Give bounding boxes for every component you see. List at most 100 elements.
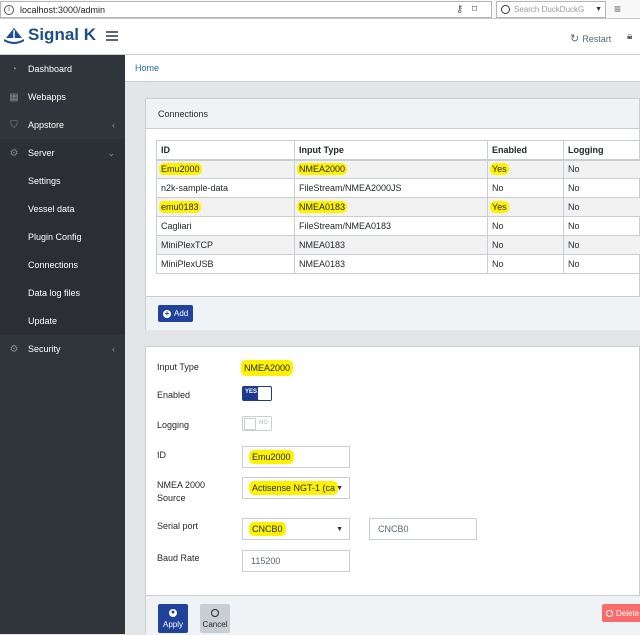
delete-label: Delete [616, 609, 639, 618]
grid-icon: ▦ [0, 92, 28, 103]
app-header: Signal K ↻ Restart 🔒︎ [0, 19, 640, 55]
restart-label: Restart [582, 34, 611, 44]
sidebar-item-appstore[interactable]: ⛉ Appstore ‹ [0, 111, 125, 139]
column-header-enabled: Enabled [488, 141, 564, 160]
sidebar-item-update[interactable]: Update [0, 307, 125, 335]
card-header: Connections [146, 99, 639, 129]
url-text: localhost:3000/admin [20, 5, 105, 15]
chevron-down-icon: ▼ [336, 526, 343, 533]
baud-rate-label: Baud Rate [157, 552, 200, 564]
sidebar-item-label: Settings [28, 176, 61, 186]
gear-icon: ⚙ [0, 344, 28, 355]
toggle-knob [244, 418, 256, 430]
apply-button[interactable]: ● Apply [158, 604, 188, 633]
table-cell: n2k-sample-data [157, 179, 295, 198]
connections-table: ID Input Type Enabled Logging Emu2000 NME… [156, 140, 640, 274]
cell-text: No [492, 240, 504, 250]
enabled-toggle[interactable]: YES [242, 386, 272, 401]
table-row[interactable]: MiniPlexUSBNMEA0183NoNo [157, 255, 640, 274]
sidebar-item-connections[interactable]: Connections [0, 251, 125, 279]
sidebar-item-webapps[interactable]: ▦ Webapps [0, 83, 125, 111]
key-icon[interactable]: ⚷ [456, 4, 463, 15]
add-connection-button[interactable]: + Add [158, 305, 193, 322]
id-input[interactable]: Emu2000 [242, 446, 350, 468]
sidebar-item-data-log-files[interactable]: Data log files [0, 279, 125, 307]
cell-text: Emu2000 [159, 163, 202, 175]
table-cell: No [564, 255, 640, 274]
breadcrumb-home[interactable]: Home [135, 63, 159, 73]
chevron-down-icon: ⌄ [107, 148, 115, 159]
cancel-button[interactable]: Cancel [200, 604, 230, 633]
cell-text: Yes [490, 163, 509, 175]
source-value: Actisense NGT-1 (ca [249, 481, 338, 495]
serial-port-input[interactable]: CNCB0 [369, 518, 477, 540]
breadcrumb: Home [125, 55, 640, 82]
gear-icon: ⚙ [0, 148, 28, 159]
table-cell: NMEA0183 [295, 255, 488, 274]
nmea2000-source-select[interactable]: Actisense NGT-1 (ca ▼ [242, 477, 350, 499]
cell-text: MiniPlexUSB [161, 259, 214, 269]
ban-icon [211, 609, 219, 617]
cell-text: No [492, 221, 504, 231]
bookmark-icon[interactable]: ⌑ [472, 4, 477, 15]
toggle-knob [258, 387, 271, 400]
sidebar-item-label: Server [28, 148, 55, 158]
search-box[interactable]: Search DuckDuckG ▼ [496, 1, 606, 18]
sidebar-item-vessel-data[interactable]: Vessel data [0, 195, 125, 223]
cell-text: No [568, 259, 580, 269]
source-label-line-2: Source [157, 492, 186, 504]
cell-text: FileStream/NMEA0183 [299, 221, 391, 231]
sidebar-item-label: Data log files [28, 288, 80, 298]
cell-text: Yes [490, 201, 509, 213]
sidebar-item-label: Security [28, 344, 61, 354]
table-row[interactable]: MiniPlexTCPNMEA0183NoNo [157, 236, 640, 255]
baud-rate-input[interactable]: 115200 [242, 550, 350, 572]
table-row[interactable]: n2k-sample-dataFileStream/NMEA2000JSNoNo [157, 179, 640, 198]
sidebar: ◔ Dashboard ▦ Webapps ⛉ Appstore ‹ ⚙ Ser… [0, 55, 125, 634]
cell-text: FileStream/NMEA2000JS [299, 183, 402, 193]
column-header-logging: Logging [564, 141, 640, 160]
sidebar-item-plugin-config[interactable]: Plugin Config [0, 223, 125, 251]
id-value: Emu2000 [249, 450, 294, 464]
apply-label: Apply [163, 620, 183, 629]
column-header-input-type: Input Type [295, 141, 488, 160]
browser-menu-icon[interactable]: ≡ [614, 5, 621, 14]
table-row[interactable]: emu0183NMEA0183YesNo [157, 198, 640, 217]
input-type-label: Input Type [157, 361, 199, 373]
serial-port-select[interactable]: CNCB0 ▼ [242, 518, 350, 540]
source-label-line-1: NMEA 2000 [157, 479, 205, 491]
sidebar-item-label: Plugin Config [28, 232, 82, 242]
delete-button[interactable]: Delete [602, 604, 640, 622]
sidebar-item-server[interactable]: ⚙ Server ⌄ [0, 139, 125, 167]
sidebar-item-label: Connections [28, 260, 78, 270]
logging-toggle[interactable]: NO [242, 416, 272, 431]
connection-form-card: Input Type NMEA2000 Enabled YES Logging … [145, 346, 640, 634]
dot-circle-icon: ● [169, 609, 177, 617]
signalk-logo-icon [4, 26, 24, 44]
chevron-down-icon[interactable]: ▼ [595, 6, 602, 13]
refresh-icon: ↻ [570, 32, 579, 45]
column-header-id: ID [157, 141, 295, 160]
baud-rate-value: 115200 [251, 556, 280, 566]
chevron-down-icon: ▼ [336, 485, 343, 492]
table-row[interactable]: CagliariFileStream/NMEA0183NoNo [157, 217, 640, 236]
sidebar-item-settings[interactable]: Settings [0, 167, 125, 195]
table-row[interactable]: Emu2000NMEA2000YesNo [157, 160, 640, 179]
sidebar-item-security[interactable]: ⚙ Security ‹ [0, 335, 125, 363]
info-icon[interactable]: i [4, 5, 14, 15]
table-cell: No [564, 198, 640, 217]
add-label: Add [174, 309, 188, 318]
logo[interactable]: Signal K [4, 25, 96, 45]
sidebar-item-label: Webapps [28, 92, 66, 102]
cell-text: NMEA0183 [297, 201, 347, 213]
sidebar-item-dashboard[interactable]: ◔ Dashboard [0, 55, 125, 83]
table-cell: No [564, 217, 640, 236]
restart-button[interactable]: ↻ Restart [570, 32, 611, 45]
url-bar[interactable]: i localhost:3000/admin ⚷ ⌑ [0, 1, 492, 18]
card-title: Connections [158, 109, 208, 119]
lock-icon[interactable]: 🔒︎ [627, 31, 632, 42]
search-engine-icon[interactable] [501, 5, 510, 14]
hamburger-menu-icon[interactable] [106, 31, 118, 41]
form-footer: ● Apply Cancel Delete [146, 595, 640, 635]
table-cell: No [564, 160, 640, 179]
